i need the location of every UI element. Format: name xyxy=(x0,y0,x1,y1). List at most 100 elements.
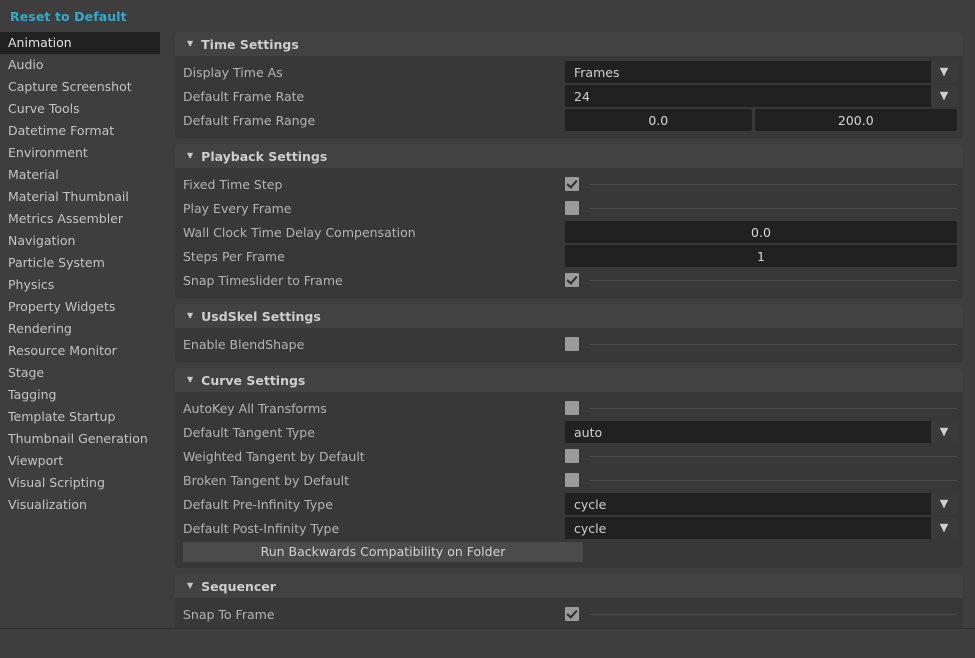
fixed-time-step-checkbox[interactable] xyxy=(565,177,579,191)
row-control xyxy=(565,445,957,467)
play-every-frame-checkbox[interactable] xyxy=(565,201,579,215)
row-control: 1 xyxy=(565,245,957,267)
row-control xyxy=(565,397,957,419)
sidebar-item-template-startup[interactable]: Template Startup xyxy=(0,406,160,428)
row-label: Broken Tangent by Default xyxy=(183,472,350,488)
row-control xyxy=(565,333,957,355)
sidebar-item-property-widgets[interactable]: Property Widgets xyxy=(0,296,160,318)
row-divider-line xyxy=(589,407,957,409)
display-time-as-dropdown[interactable]: Frames ▼ xyxy=(565,61,957,83)
row-default-frame-range: Default Frame Range 0.0 200.0 xyxy=(175,108,963,132)
collapse-caret-icon[interactable]: ▼ xyxy=(187,152,193,160)
group-usdskel-settings: ▼ UsdSkel Settings Enable BlendShape xyxy=(175,304,963,362)
sidebar-item-metrics-assembler[interactable]: Metrics Assembler xyxy=(0,208,160,230)
sidebar-item-visualization[interactable]: Visualization xyxy=(0,494,160,516)
default-frame-rate-dropdown[interactable]: 24 ▼ xyxy=(565,85,957,107)
chevron-down-icon[interactable]: ▼ xyxy=(931,517,957,539)
group-body: AutoKey All Transforms Default Tangent T… xyxy=(175,392,963,568)
row-control xyxy=(565,173,957,195)
row-control xyxy=(565,469,957,491)
row-default-frame-rate: Default Frame Rate 24 ▼ xyxy=(175,84,963,108)
row-label: Default Frame Range xyxy=(183,112,316,128)
dropdown-value: cycle xyxy=(574,496,607,512)
collapse-caret-icon[interactable]: ▼ xyxy=(187,376,193,384)
collapse-caret-icon[interactable]: ▼ xyxy=(187,582,193,590)
footer-bar xyxy=(0,628,975,658)
sidebar-item-resource-monitor[interactable]: Resource Monitor xyxy=(0,340,160,362)
row-steps-per-frame: Steps Per Frame 1 xyxy=(175,244,963,268)
checkbox-wrapper xyxy=(565,177,957,191)
group-header-usdskel-settings[interactable]: ▼ UsdSkel Settings xyxy=(175,304,963,328)
group-body: Fixed Time Step Play Every Frame Wall Cl… xyxy=(175,168,963,298)
dropdown-value: cycle xyxy=(574,520,607,536)
row-enable-blendshape: Enable BlendShape xyxy=(175,332,963,356)
row-control: cycle ▼ xyxy=(565,493,957,515)
row-label: Wall Clock Time Delay Compensation xyxy=(183,224,416,240)
sidebar-item-capture-screenshot[interactable]: Capture Screenshot xyxy=(0,76,160,98)
row-label: Weighted Tangent by Default xyxy=(183,448,365,464)
group-title: Time Settings xyxy=(201,36,299,52)
pre-infinity-type-dropdown[interactable]: cycle ▼ xyxy=(565,493,957,515)
sidebar-item-physics[interactable]: Physics xyxy=(0,274,160,296)
row-control: 24 ▼ xyxy=(565,85,957,107)
sidebar-item-navigation[interactable]: Navigation xyxy=(0,230,160,252)
snap-to-frame-checkbox[interactable] xyxy=(565,607,579,621)
row-control: Frames ▼ xyxy=(565,61,957,83)
chevron-down-icon[interactable]: ▼ xyxy=(931,85,957,107)
checkbox-wrapper xyxy=(565,337,957,351)
row-default-post-infinity-type: Default Post-Infinity Type cycle ▼ xyxy=(175,516,963,540)
sidebar-item-animation[interactable]: Animation xyxy=(0,32,160,54)
sidebar-item-visual-scripting[interactable]: Visual Scripting xyxy=(0,472,160,494)
sidebar-item-stage[interactable]: Stage xyxy=(0,362,160,384)
sidebar-item-datetime-format[interactable]: Datetime Format xyxy=(0,120,160,142)
frame-range-pair: 0.0 200.0 xyxy=(565,109,957,131)
sidebar-item-curve-tools[interactable]: Curve Tools xyxy=(0,98,160,120)
chevron-down-icon[interactable]: ▼ xyxy=(931,61,957,83)
sidebar-item-material[interactable]: Material xyxy=(0,164,160,186)
steps-per-frame-input[interactable]: 1 xyxy=(565,245,957,267)
sidebar-item-audio[interactable]: Audio xyxy=(0,54,160,76)
wall-clock-compensation-input[interactable]: 0.0 xyxy=(565,221,957,243)
reset-to-default-link[interactable]: Reset to Default xyxy=(10,9,127,24)
broken-tangent-checkbox[interactable] xyxy=(565,473,579,487)
row-control xyxy=(565,603,957,625)
chevron-down-icon[interactable]: ▼ xyxy=(931,493,957,515)
group-playback-settings: ▼ Playback Settings Fixed Time Step Play… xyxy=(175,144,963,298)
sidebar-item-particle-system[interactable]: Particle System xyxy=(0,252,160,274)
preferences-body: Animation Audio Capture Screenshot Curve To… xyxy=(0,32,975,632)
group-body: Display Time As Frames ▼ Default Frame R… xyxy=(175,56,963,138)
row-label: Default Frame Rate xyxy=(183,88,305,104)
row-label: Display Time As xyxy=(183,64,283,80)
sidebar-item-thumbnail-generation[interactable]: Thumbnail Generation xyxy=(0,428,160,450)
collapse-caret-icon[interactable]: ▼ xyxy=(187,40,193,48)
group-header-sequencer[interactable]: ▼ Sequencer xyxy=(175,574,963,598)
checkbox-wrapper xyxy=(565,273,957,287)
default-tangent-type-dropdown[interactable]: auto ▼ xyxy=(565,421,957,443)
autokey-all-transforms-checkbox[interactable] xyxy=(565,401,579,415)
row-control xyxy=(565,197,957,219)
enable-blendshape-checkbox[interactable] xyxy=(565,337,579,351)
snap-timeslider-checkbox[interactable] xyxy=(565,273,579,287)
group-title: UsdSkel Settings xyxy=(201,308,321,324)
sidebar-item-rendering[interactable]: Rendering xyxy=(0,318,160,340)
sidebar-item-tagging[interactable]: Tagging xyxy=(0,384,160,406)
row-label: Enable BlendShape xyxy=(183,336,305,352)
sidebar-item-environment[interactable]: Environment xyxy=(0,142,160,164)
collapse-caret-icon[interactable]: ▼ xyxy=(187,312,193,320)
row-play-every-frame: Play Every Frame xyxy=(175,196,963,220)
group-header-time-settings[interactable]: ▼ Time Settings xyxy=(175,32,963,56)
run-backwards-compatibility-button[interactable]: Run Backwards Compatibility on Folder xyxy=(183,542,583,562)
sidebar-item-material-thumbnail[interactable]: Material Thumbnail xyxy=(0,186,160,208)
chevron-down-icon[interactable]: ▼ xyxy=(931,421,957,443)
row-label: Snap Timeslider to Frame xyxy=(183,272,343,288)
sidebar-item-viewport[interactable]: Viewport xyxy=(0,450,160,472)
frame-range-min-input[interactable]: 0.0 xyxy=(565,109,752,131)
category-sidebar: Animation Audio Capture Screenshot Curve To… xyxy=(0,32,160,516)
weighted-tangent-checkbox[interactable] xyxy=(565,449,579,463)
post-infinity-type-dropdown[interactable]: cycle ▼ xyxy=(565,517,957,539)
row-broken-tangent-by-default: Broken Tangent by Default xyxy=(175,468,963,492)
group-header-curve-settings[interactable]: ▼ Curve Settings xyxy=(175,368,963,392)
frame-range-max-input[interactable]: 200.0 xyxy=(754,109,957,131)
dropdown-value: Frames xyxy=(574,64,620,80)
group-header-playback-settings[interactable]: ▼ Playback Settings xyxy=(175,144,963,168)
